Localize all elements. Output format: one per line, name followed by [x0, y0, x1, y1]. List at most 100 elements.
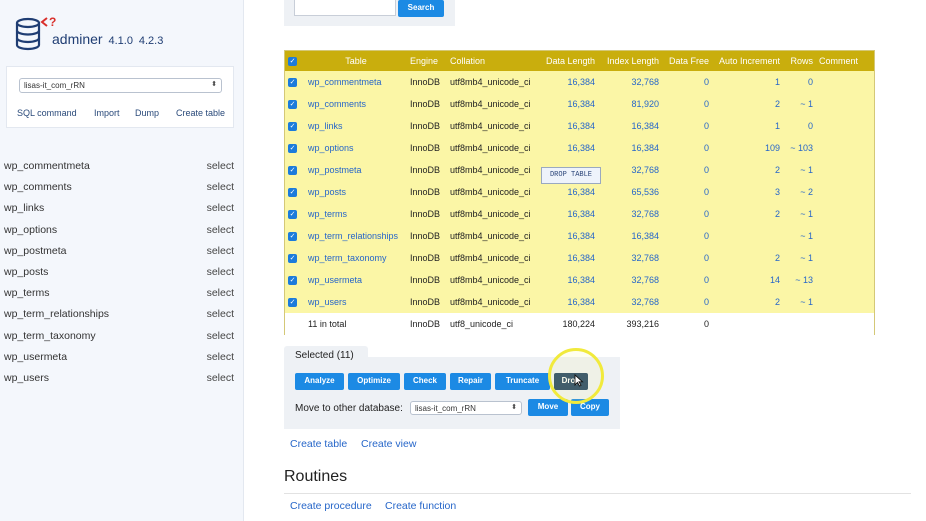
- data-free-cell[interactable]: 0: [662, 93, 712, 115]
- data-free-cell[interactable]: 0: [662, 137, 712, 159]
- col-comment[interactable]: Comment: [816, 51, 874, 71]
- dump-link[interactable]: Dump: [135, 108, 159, 118]
- data-free-cell[interactable]: 0: [662, 291, 712, 313]
- sidebar-select-link[interactable]: select: [207, 266, 234, 278]
- table-name-link[interactable]: wp_options: [305, 137, 407, 159]
- sidebar-select-link[interactable]: select: [207, 181, 234, 193]
- rows-cell[interactable]: ~ 1: [783, 225, 816, 247]
- data-length-cell[interactable]: 16,384: [534, 203, 598, 225]
- sidebar-table-name[interactable]: wp_posts: [4, 266, 48, 278]
- version-new[interactable]: 4.2.3: [139, 35, 163, 47]
- data-length-cell[interactable]: 16,384: [534, 71, 598, 93]
- sidebar-select-link[interactable]: select: [207, 308, 234, 320]
- index-length-cell[interactable]: 16,384: [598, 115, 662, 137]
- checkbox-icon[interactable]: ✓: [288, 57, 297, 67]
- table-name-link[interactable]: wp_terms: [305, 203, 407, 225]
- rows-cell[interactable]: ~ 103: [783, 137, 816, 159]
- optimize-button[interactable]: Optimize: [348, 373, 400, 390]
- sidebar-table-item[interactable]: wp_postmeta select: [4, 245, 236, 263]
- data-length-cell[interactable]: 16,384: [534, 247, 598, 269]
- auto-increment-cell[interactable]: 3: [712, 181, 783, 203]
- data-length-cell[interactable]: 16,384: [534, 269, 598, 291]
- move-database-select[interactable]: lisas-it_com_rRN ⬍: [410, 401, 522, 415]
- data-length-cell[interactable]: 16,384: [534, 181, 598, 203]
- search-button[interactable]: Search: [398, 0, 444, 17]
- row-checkbox-cell[interactable]: ✓: [285, 137, 305, 159]
- col-index-length[interactable]: Index Length: [598, 51, 662, 71]
- index-length-cell[interactable]: 81,920: [598, 93, 662, 115]
- index-length-cell[interactable]: 16,384: [598, 225, 662, 247]
- sidebar-select-link[interactable]: select: [207, 202, 234, 214]
- data-free-cell[interactable]: 0: [662, 181, 712, 203]
- auto-increment-cell[interactable]: 109: [712, 137, 783, 159]
- analyze-button[interactable]: Analyze: [295, 373, 344, 390]
- col-table[interactable]: Table: [305, 51, 407, 71]
- create-procedure-link[interactable]: Create procedure: [290, 500, 372, 512]
- index-length-cell[interactable]: 65,536: [598, 181, 662, 203]
- create-view-link[interactable]: Create view: [361, 438, 416, 450]
- sidebar-select-link[interactable]: select: [207, 372, 234, 384]
- rows-cell[interactable]: ~ 1: [783, 159, 816, 181]
- rows-cell[interactable]: 0: [783, 71, 816, 93]
- index-length-cell[interactable]: 32,768: [598, 247, 662, 269]
- checkbox-icon[interactable]: ✓: [288, 276, 297, 286]
- rows-cell[interactable]: ~ 2: [783, 181, 816, 203]
- row-checkbox-cell[interactable]: ✓: [285, 115, 305, 137]
- sidebar-table-name[interactable]: wp_users: [4, 372, 49, 384]
- rows-cell[interactable]: ~ 1: [783, 247, 816, 269]
- sidebar-table-name[interactable]: wp_links: [4, 202, 44, 214]
- auto-increment-cell[interactable]: 2: [712, 247, 783, 269]
- col-data-free[interactable]: Data Free: [662, 51, 712, 71]
- index-length-cell[interactable]: 16,384: [598, 137, 662, 159]
- checkbox-icon[interactable]: ✓: [288, 122, 297, 132]
- col-collation[interactable]: Collation: [447, 51, 534, 71]
- import-link[interactable]: Import: [94, 108, 120, 118]
- auto-increment-cell[interactable]: 1: [712, 71, 783, 93]
- data-free-cell[interactable]: 0: [662, 203, 712, 225]
- col-engine[interactable]: Engine: [407, 51, 447, 71]
- rows-cell[interactable]: ~ 13: [783, 269, 816, 291]
- check-button[interactable]: Check: [404, 373, 446, 390]
- move-button[interactable]: Move: [528, 399, 568, 416]
- sidebar-select-link[interactable]: select: [207, 351, 234, 363]
- sidebar-table-name[interactable]: wp_term_taxonomy: [4, 330, 96, 342]
- rows-cell[interactable]: ~ 1: [783, 291, 816, 313]
- sidebar-table-item[interactable]: wp_term_relationships select: [4, 308, 236, 326]
- auto-increment-cell[interactable]: 2: [712, 203, 783, 225]
- data-length-cell[interactable]: 16,384: [534, 93, 598, 115]
- database-select[interactable]: lisas-it_com_rRN ⬍: [19, 78, 222, 93]
- row-checkbox-cell[interactable]: ✓: [285, 159, 305, 181]
- data-free-cell[interactable]: 0: [662, 247, 712, 269]
- table-name-link[interactable]: wp_links: [305, 115, 407, 137]
- create-function-link[interactable]: Create function: [385, 500, 456, 512]
- row-checkbox-cell[interactable]: ✓: [285, 269, 305, 291]
- data-length-cell[interactable]: 16,384: [534, 115, 598, 137]
- checkbox-icon[interactable]: ✓: [288, 232, 297, 242]
- checkbox-icon[interactable]: ✓: [288, 144, 297, 154]
- sidebar-table-item[interactable]: wp_term_taxonomy select: [4, 330, 236, 348]
- sidebar-table-item[interactable]: wp_posts select: [4, 266, 236, 284]
- repair-button[interactable]: Repair: [450, 373, 491, 390]
- sidebar-table-item[interactable]: wp_usermeta select: [4, 351, 236, 369]
- row-checkbox-cell[interactable]: ✓: [285, 291, 305, 313]
- sidebar-select-link[interactable]: select: [207, 287, 234, 299]
- row-checkbox-cell[interactable]: ✓: [285, 181, 305, 203]
- truncate-button[interactable]: Truncate: [495, 373, 550, 390]
- col-rows[interactable]: Rows: [783, 51, 816, 71]
- table-name-link[interactable]: wp_usermeta: [305, 269, 407, 291]
- checkbox-icon[interactable]: ✓: [288, 78, 297, 88]
- index-length-cell[interactable]: 32,768: [598, 159, 662, 181]
- row-checkbox-cell[interactable]: ✓: [285, 247, 305, 269]
- sidebar-table-name[interactable]: wp_commentmeta: [4, 160, 90, 172]
- checkbox-icon[interactable]: ✓: [288, 254, 297, 264]
- table-name-link[interactable]: wp_term_relationships: [305, 225, 407, 247]
- row-checkbox-cell[interactable]: ✓: [285, 225, 305, 247]
- sidebar-table-item[interactable]: wp_commentmeta select: [4, 160, 236, 178]
- auto-increment-cell[interactable]: 14: [712, 269, 783, 291]
- create-table-main-link[interactable]: Create table: [290, 438, 347, 450]
- sidebar-table-name[interactable]: wp_options: [4, 224, 57, 236]
- sidebar-select-link[interactable]: select: [207, 160, 234, 172]
- sidebar-table-item[interactable]: wp_options select: [4, 224, 236, 242]
- index-length-cell[interactable]: 32,768: [598, 203, 662, 225]
- sidebar-table-name[interactable]: wp_postmeta: [4, 245, 66, 257]
